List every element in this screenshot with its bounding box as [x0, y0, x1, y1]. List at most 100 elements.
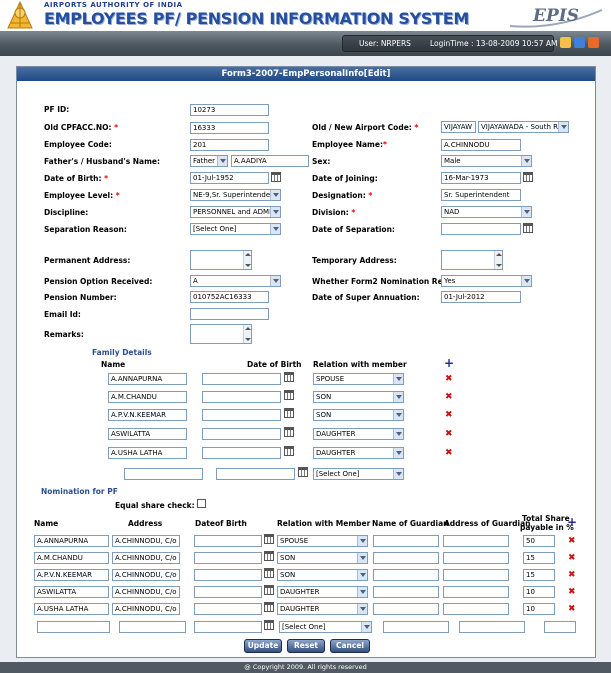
calendar-icon[interactable]: [264, 585, 274, 595]
nominee-dob-field[interactable]: [194, 586, 262, 598]
cancel-button[interactable]: Cancel: [330, 639, 370, 653]
remarks-field[interactable]: [190, 324, 252, 344]
scrollbar[interactable]: [243, 325, 251, 343]
delete-icon[interactable]: ✖: [445, 430, 453, 439]
nominee-relation-select[interactable]: [Select One]: [279, 621, 372, 633]
pf-id-field[interactable]: 10273: [190, 104, 269, 116]
permanent-address-field[interactable]: [190, 250, 252, 270]
nominee-dob-field[interactable]: [194, 552, 262, 564]
nominee-dob-field[interactable]: [194, 569, 262, 581]
delete-icon[interactable]: ✖: [445, 411, 453, 420]
scrollbar[interactable]: [243, 251, 251, 269]
family-dob-field[interactable]: [202, 428, 281, 440]
nominee-name-field[interactable]: A.ANNAPURNA: [34, 535, 109, 547]
nominee-address-field[interactable]: A.CHINNODU, C/o B.J/: [112, 535, 180, 547]
calendar-icon[interactable]: [264, 620, 274, 630]
nominee-name-field[interactable]: A.P.V.N.KEEMAR: [34, 569, 109, 581]
family-name-field[interactable]: [124, 468, 203, 480]
guardian-address-field[interactable]: [443, 552, 509, 564]
old-cpf-field[interactable]: 16333: [190, 122, 269, 134]
nominee-relation-select[interactable]: DAUGHTER: [277, 603, 368, 615]
dob-field[interactable]: 01-Jul-1952: [190, 172, 269, 184]
email-field[interactable]: [190, 308, 269, 320]
add-nominee-icon[interactable]: +: [567, 516, 577, 528]
calendar-icon[interactable]: [264, 568, 274, 578]
nominee-name-field[interactable]: [37, 621, 110, 633]
form2-nomination-select[interactable]: Yes: [441, 275, 532, 287]
guardian-name-field[interactable]: [373, 603, 439, 615]
family-dob-field[interactable]: [202, 447, 281, 459]
family-name-field[interactable]: A.ANNAPURNA: [108, 373, 187, 385]
nominee-name-field[interactable]: ASWILATTA: [34, 586, 109, 598]
delete-icon[interactable]: ✖: [445, 375, 453, 384]
calendar-icon[interactable]: [264, 602, 274, 612]
calendar-icon[interactable]: [284, 427, 294, 437]
delete-icon[interactable]: ✖: [568, 605, 576, 614]
super-annuation-field[interactable]: 01-Jul-2012: [441, 291, 521, 303]
equal-share-checkbox[interactable]: [197, 499, 206, 508]
employee-code-field[interactable]: 201: [190, 139, 269, 151]
calendar-icon[interactable]: [284, 408, 294, 418]
delete-icon[interactable]: ✖: [568, 537, 576, 546]
family-relation-select[interactable]: SPOUSE: [313, 373, 404, 385]
division-select[interactable]: NAD: [441, 206, 532, 218]
share-field[interactable]: 15: [523, 552, 555, 564]
pension-number-field[interactable]: 010752AC16333: [190, 291, 269, 303]
share-field[interactable]: 10: [523, 586, 555, 598]
guardian-name-field[interactable]: [373, 552, 439, 564]
nominee-dob-field[interactable]: [194, 603, 262, 615]
add-family-icon[interactable]: +: [444, 357, 454, 369]
designation-field[interactable]: Sr. Superintendent: [441, 189, 521, 201]
delete-icon[interactable]: ✖: [568, 571, 576, 580]
guardian-name-field[interactable]: [383, 621, 449, 633]
calendar-icon[interactable]: [298, 467, 308, 477]
guardian-name-field[interactable]: [373, 535, 439, 547]
temporary-address-field[interactable]: [441, 250, 503, 270]
nominee-dob-field[interactable]: [194, 535, 262, 547]
father-husband-select[interactable]: Father: [190, 155, 228, 167]
family-name-field[interactable]: A.P.V.N.KEEMAR: [108, 409, 187, 421]
nominee-dob-field[interactable]: [194, 621, 262, 633]
family-relation-select[interactable]: [Select One]: [313, 468, 404, 480]
nominee-address-field[interactable]: A.CHINNODU, C/o B.J/: [112, 586, 180, 598]
logout-icon[interactable]: [588, 37, 599, 48]
share-field[interactable]: 50: [523, 535, 555, 547]
nominee-relation-select[interactable]: SPOUSE: [277, 535, 368, 547]
calendar-icon[interactable]: [523, 172, 533, 182]
guardian-address-field[interactable]: [443, 603, 509, 615]
guardian-address-field[interactable]: [443, 569, 509, 581]
scrollbar[interactable]: [494, 251, 502, 269]
guardian-name-field[interactable]: [373, 586, 439, 598]
employee-name-field[interactable]: A.CHINNODU: [441, 139, 521, 151]
nominee-address-field[interactable]: [119, 621, 186, 633]
employee-level-select[interactable]: NE-9,Sr. Superintendent: [190, 189, 281, 201]
family-dob-field[interactable]: [216, 468, 295, 480]
family-relation-select[interactable]: SON: [313, 409, 404, 421]
calendar-icon[interactable]: [264, 534, 274, 544]
father-name-field[interactable]: A.AADIYA: [231, 155, 309, 167]
delete-icon[interactable]: ✖: [568, 554, 576, 563]
separation-reason-select[interactable]: [Select One]: [190, 223, 281, 235]
family-dob-field[interactable]: [202, 409, 281, 421]
calendar-icon[interactable]: [264, 551, 274, 561]
nominee-relation-select[interactable]: DAUGHTER: [277, 586, 368, 598]
reset-button[interactable]: Reset: [287, 639, 325, 653]
separation-date-field[interactable]: [441, 223, 521, 235]
delete-icon[interactable]: ✖: [445, 393, 453, 402]
share-field[interactable]: [544, 621, 576, 633]
calendar-icon[interactable]: [284, 446, 294, 456]
nominee-name-field[interactable]: A.M.CHANDU: [34, 552, 109, 564]
update-button[interactable]: Update: [244, 639, 282, 653]
delete-icon[interactable]: ✖: [445, 449, 453, 458]
delete-icon[interactable]: ✖: [568, 588, 576, 597]
calendar-icon[interactable]: [523, 223, 533, 233]
share-field[interactable]: 10: [523, 603, 555, 615]
family-dob-field[interactable]: [202, 373, 281, 385]
guardian-address-field[interactable]: [443, 535, 509, 547]
airport-code-field[interactable]: VIJAYAW: [441, 121, 476, 133]
nominee-address-field[interactable]: A.CHINNODU, C/o B.J/: [112, 552, 180, 564]
airport-select[interactable]: VIJAYAWADA - South Re: [478, 121, 569, 133]
family-name-field[interactable]: A.M.CHANDU: [108, 391, 187, 403]
family-name-field[interactable]: ASWILATTA: [108, 428, 187, 440]
discipline-select[interactable]: PERSONNEL and ADMIN D: [190, 206, 281, 218]
